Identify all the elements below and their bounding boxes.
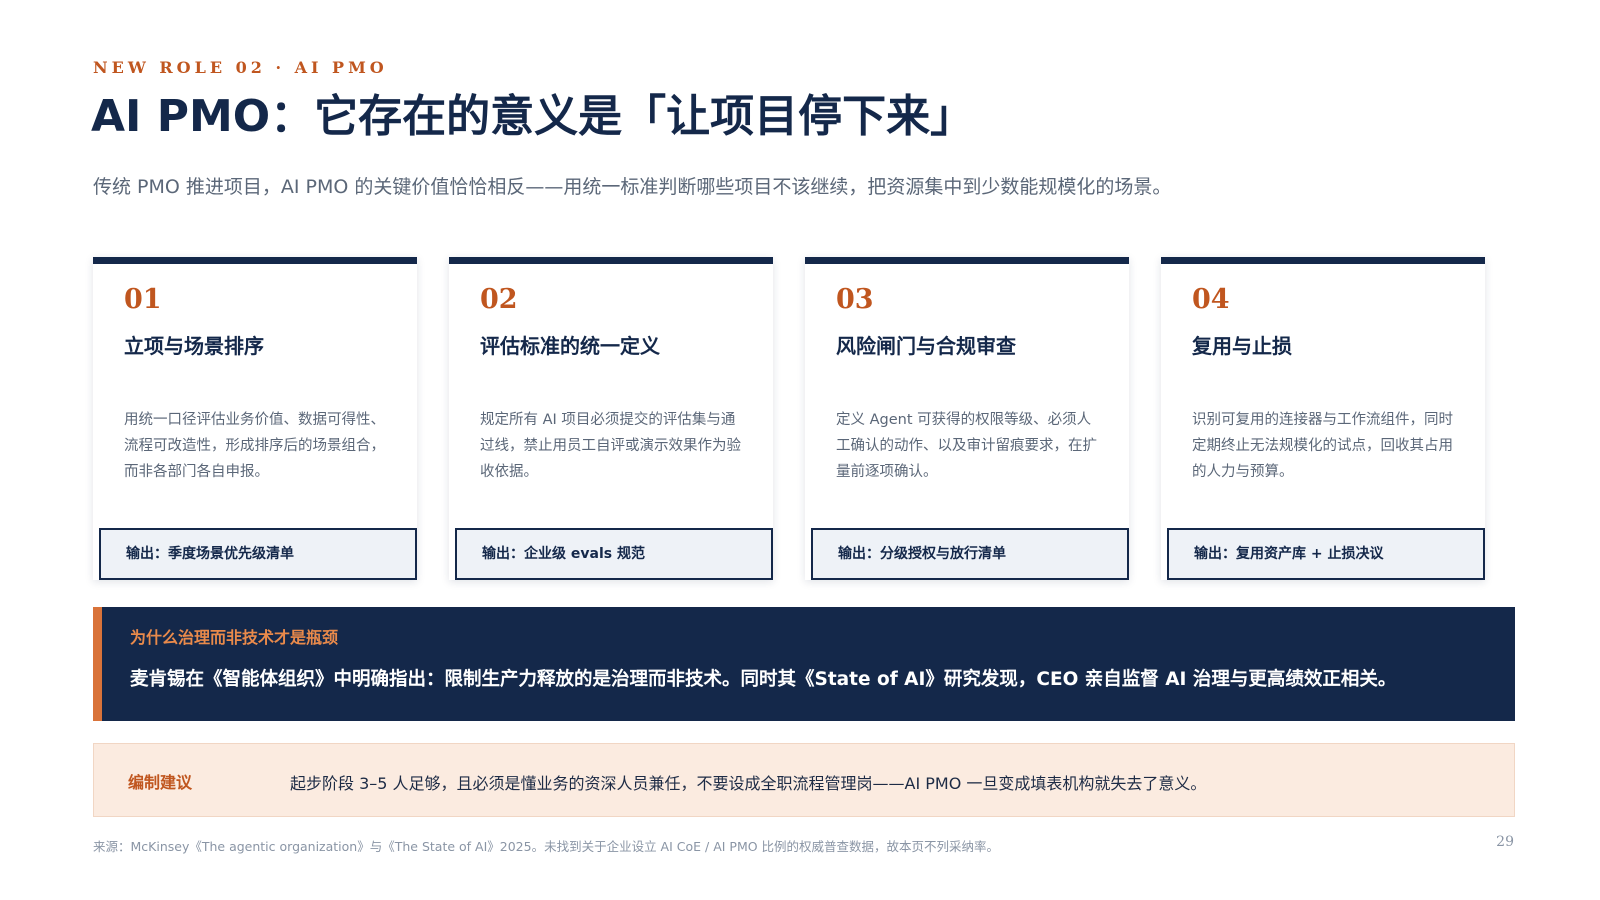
- advice-text: 起步阶段 3–5 人足够，且必须是懂业务的资深人员兼任，不要设成全职流程管理岗—…: [290, 774, 1207, 793]
- card-1: 01 立项与场景排序 用统一口径评估业务价值、数据可得性、流程可改造性，形成排序…: [93, 257, 417, 580]
- card-body: 定义 Agent 可获得的权限等级、必须人工确认的动作、以及审计留痕要求，在扩量…: [836, 412, 1097, 480]
- card-output: 输出：复用资产库 + 止损决议: [1167, 528, 1485, 580]
- card-title: 评估标准的统一定义: [480, 334, 660, 358]
- card-body: 用统一口径评估业务价值、数据可得性、流程可改造性，形成排序后的场景组合，而非各部…: [124, 412, 385, 480]
- insight-callout: 为什么治理而非技术才是瓶颈 麦肯锡在《智能体组织》中明确指出：限制生产力释放的是…: [93, 607, 1515, 721]
- page-subtitle: 传统 PMO 推进项目，AI PMO 的关键价值恰恰相反——用统一标准判断哪些项…: [93, 176, 1172, 198]
- card-title: 复用与止损: [1192, 334, 1292, 358]
- card-number: 01: [124, 284, 162, 315]
- page-number: 29: [1496, 834, 1514, 850]
- card-title: 风险闸门与合规审查: [836, 334, 1016, 358]
- card-body: 规定所有 AI 项目必须提交的评估集与通过线，禁止用员工自评或演示效果作为验收依…: [480, 412, 741, 480]
- source-note: 来源：McKinsey《The agentic organization》与《T…: [93, 839, 1000, 854]
- page-title: AI PMO：它存在的意义是「让项目停下来」: [91, 91, 975, 142]
- card-output: 输出：分级授权与放行清单: [811, 528, 1129, 580]
- eyebrow-label: NEW ROLE 02 · AI PMO: [93, 58, 388, 77]
- card-title: 立项与场景排序: [124, 334, 264, 358]
- card-number: 03: [836, 284, 874, 315]
- card-output: 输出：季度场景优先级清单: [99, 528, 417, 580]
- card-body: 识别可复用的连接器与工作流组件，同时定期终止无法规模化的试点，回收其占用的人力与…: [1192, 412, 1453, 480]
- card-3: 03 风险闸门与合规审查 定义 Agent 可获得的权限等级、必须人工确认的动作…: [805, 257, 1129, 580]
- advice-label: 编制建议: [128, 773, 193, 792]
- insight-text: 麦肯锡在《智能体组织》中明确指出：限制生产力释放的是治理而非技术。同时其《Sta…: [130, 669, 1397, 690]
- insight-label: 为什么治理而非技术才是瓶颈: [130, 628, 339, 647]
- card-number: 04: [1192, 284, 1230, 315]
- card-2: 02 评估标准的统一定义 规定所有 AI 项目必须提交的评估集与通过线，禁止用员…: [449, 257, 773, 580]
- card-output: 输出：企业级 evals 规范: [455, 528, 773, 580]
- advice-box: 编制建议 起步阶段 3–5 人足够，且必须是懂业务的资深人员兼任，不要设成全职流…: [93, 743, 1515, 817]
- card-number: 02: [480, 284, 518, 315]
- card-4: 04 复用与止损 识别可复用的连接器与工作流组件，同时定期终止无法规模化的试点，…: [1161, 257, 1485, 580]
